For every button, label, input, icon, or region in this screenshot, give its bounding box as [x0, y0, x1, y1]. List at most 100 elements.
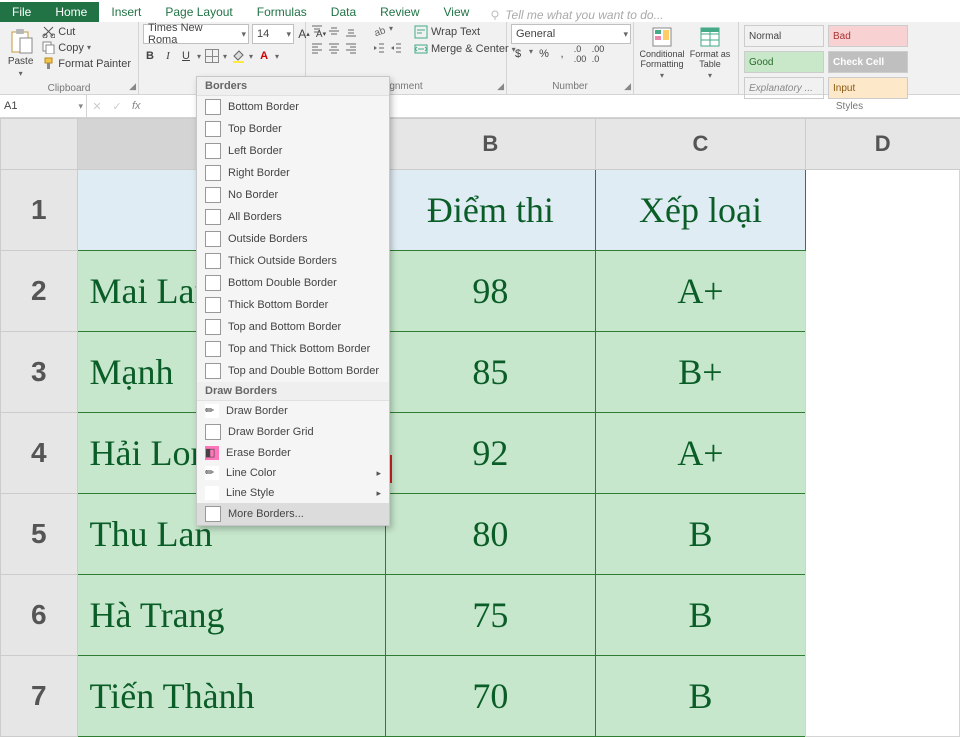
tab-insert[interactable]: Insert: [99, 2, 153, 22]
underline-button[interactable]: U: [179, 49, 193, 63]
cell-b4[interactable]: 92: [385, 413, 595, 494]
style-explanatory[interactable]: Explanatory ...: [744, 77, 824, 99]
row-header-1[interactable]: 1: [1, 170, 78, 251]
dd-right-border[interactable]: Right Border: [197, 162, 389, 184]
tab-view[interactable]: View: [432, 2, 482, 22]
cell-a7[interactable]: Tiến Thành: [77, 656, 385, 737]
row-header-4[interactable]: 4: [1, 413, 78, 494]
row-header-7[interactable]: 7: [1, 656, 78, 737]
dd-draw-border-grid[interactable]: Draw Border Grid: [197, 421, 389, 443]
cell-c1[interactable]: Xếp loại: [596, 170, 806, 251]
tab-page-layout[interactable]: Page Layout: [153, 2, 244, 22]
format-painter-button[interactable]: Format Painter: [39, 56, 134, 71]
tab-file[interactable]: File: [0, 2, 43, 22]
row-header-3[interactable]: 3: [1, 332, 78, 413]
align-right-button[interactable]: [344, 41, 358, 55]
cell-c7[interactable]: B: [596, 656, 806, 737]
dd-left-border[interactable]: Left Border: [197, 140, 389, 162]
dialog-launcher-icon[interactable]: ◢: [497, 81, 504, 92]
cell-c4[interactable]: A+: [596, 413, 806, 494]
align-top-button[interactable]: [310, 24, 324, 38]
align-center-button[interactable]: [327, 41, 341, 55]
style-good[interactable]: Good: [744, 51, 824, 73]
format-as-table-button[interactable]: Format as Table▾: [688, 24, 732, 82]
increase-decimal-button[interactable]: .0.00: [573, 47, 587, 61]
dd-thick-outside-borders[interactable]: Thick Outside Borders: [197, 250, 389, 272]
align-left-button[interactable]: [310, 41, 324, 55]
tab-home[interactable]: Home: [43, 2, 99, 22]
conditional-formatting-button[interactable]: Conditional Formatting▾: [638, 24, 686, 82]
dialog-launcher-icon[interactable]: ◢: [624, 81, 631, 92]
cell-a6[interactable]: Hà Trang: [77, 575, 385, 656]
dd-line-style[interactable]: Line Style▸: [197, 483, 389, 503]
font-size-combo[interactable]: 14: [252, 24, 294, 44]
dd-top-double-bottom-border[interactable]: Top and Double Bottom Border: [197, 360, 389, 382]
dd-draw-border[interactable]: ✏Draw Border: [197, 401, 389, 421]
cell-b5[interactable]: 80: [385, 494, 595, 575]
decrease-decimal-button[interactable]: .00.0: [591, 47, 605, 61]
tab-review[interactable]: Review: [368, 2, 431, 22]
paste-button[interactable]: Paste ▾: [4, 24, 37, 82]
select-all-corner[interactable]: [1, 119, 78, 170]
cell-b2[interactable]: 98: [385, 251, 595, 332]
align-middle-button[interactable]: [327, 24, 341, 38]
style-bad[interactable]: Bad: [828, 25, 908, 47]
col-header-c[interactable]: C: [596, 119, 806, 170]
merge-center-button[interactable]: Merge & Center▾: [411, 41, 519, 57]
dd-outside-borders[interactable]: Outside Borders: [197, 228, 389, 250]
dialog-launcher-icon[interactable]: ◢: [129, 81, 136, 92]
fx-icon[interactable]: fx: [127, 100, 146, 112]
dd-more-borders[interactable]: More Borders...: [197, 503, 389, 525]
col-header-d[interactable]: D: [805, 119, 959, 170]
accept-formula-button[interactable]: ✓: [107, 100, 127, 113]
cancel-formula-button[interactable]: ✕: [87, 100, 107, 113]
orientation-button[interactable]: ab: [372, 24, 386, 38]
font-color-button[interactable]: A: [257, 49, 271, 63]
tab-data[interactable]: Data: [319, 2, 368, 22]
col-header-b[interactable]: B: [385, 119, 595, 170]
cell-b6[interactable]: 75: [385, 575, 595, 656]
italic-button[interactable]: I: [161, 49, 175, 63]
style-input[interactable]: Input: [828, 77, 908, 99]
row-header-6[interactable]: 6: [1, 575, 78, 656]
row-header-2[interactable]: 2: [1, 251, 78, 332]
dd-thick-bottom-border[interactable]: Thick Bottom Border: [197, 294, 389, 316]
borders-button[interactable]: [205, 49, 219, 63]
row-header-5[interactable]: 5: [1, 494, 78, 575]
dd-top-bottom-border[interactable]: Top and Bottom Border: [197, 316, 389, 338]
cell-c3[interactable]: B+: [596, 332, 806, 413]
wrap-text-button[interactable]: Wrap Text: [411, 24, 519, 40]
cell-b1[interactable]: Điểm thi: [385, 170, 595, 251]
cell-d-empty[interactable]: [805, 170, 959, 737]
cut-button[interactable]: Cut: [39, 24, 134, 39]
accounting-format-button[interactable]: $: [511, 47, 525, 61]
dd-top-border[interactable]: Top Border: [197, 118, 389, 140]
dd-bottom-border[interactable]: Bottom Border: [197, 96, 389, 118]
font-name-combo[interactable]: Times New Roma: [143, 24, 249, 44]
dd-top-thick-bottom-border[interactable]: Top and Thick Bottom Border: [197, 338, 389, 360]
decrease-indent-button[interactable]: [372, 41, 386, 55]
dd-erase-border[interactable]: ◧Erase Border: [197, 443, 389, 463]
cell-c5[interactable]: B: [596, 494, 806, 575]
dd-no-border[interactable]: No Border: [197, 184, 389, 206]
dd-line-color[interactable]: ✏Line Color▸: [197, 463, 389, 483]
align-bottom-button[interactable]: [344, 24, 358, 38]
cell-b3[interactable]: 85: [385, 332, 595, 413]
tell-me[interactable]: Tell me what you want to do...: [489, 8, 663, 22]
comma-format-button[interactable]: ,: [555, 47, 569, 61]
fill-color-button[interactable]: [231, 49, 245, 63]
dd-bottom-double-border[interactable]: Bottom Double Border: [197, 272, 389, 294]
increase-indent-button[interactable]: [389, 41, 403, 55]
cell-c6[interactable]: B: [596, 575, 806, 656]
style-normal[interactable]: Normal: [744, 25, 824, 47]
style-check-cell[interactable]: Check Cell: [828, 51, 908, 73]
tab-formulas[interactable]: Formulas: [245, 2, 319, 22]
dd-all-borders[interactable]: All Borders: [197, 206, 389, 228]
copy-button[interactable]: Copy▾: [39, 40, 134, 55]
name-box[interactable]: A1: [0, 95, 87, 117]
percent-format-button[interactable]: %: [537, 47, 551, 61]
cell-c2[interactable]: A+: [596, 251, 806, 332]
cell-b7[interactable]: 70: [385, 656, 595, 737]
bold-button[interactable]: B: [143, 49, 157, 63]
number-format-combo[interactable]: General: [511, 24, 631, 44]
